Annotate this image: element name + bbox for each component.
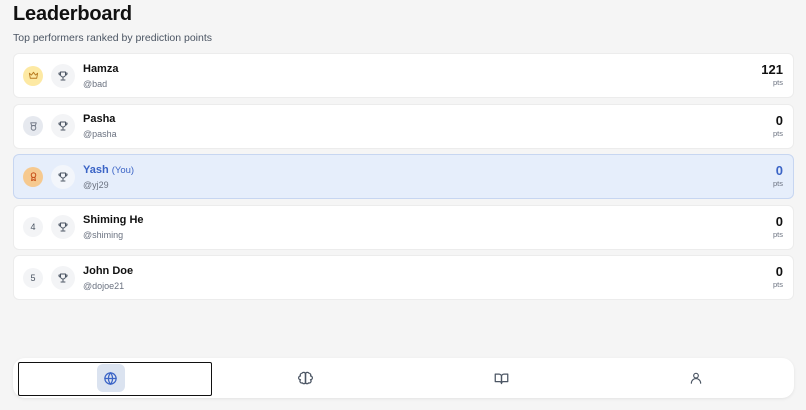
points-unit: pts [772, 280, 783, 289]
trophy-badge [51, 114, 75, 138]
user-handle: @shiming [83, 230, 124, 240]
trophy-icon [58, 273, 68, 282]
trophy-icon [58, 121, 68, 131]
points-value: 0 [775, 163, 783, 178]
brain-icon [298, 371, 314, 384]
user-name: Yash (You) [83, 164, 134, 177]
crown-icon [28, 71, 38, 79]
trophy-icon [58, 71, 68, 80]
points-unit: pts [772, 179, 783, 188]
trophy-badge [51, 164, 75, 189]
score: 121 pts [761, 62, 783, 88]
user-handle: @dojoe21 [83, 280, 125, 291]
points-unit: pts [772, 229, 783, 239]
user-name: Shiming He [83, 214, 144, 227]
leaderboard-list: Hamza @bad 121 pts Pasha @pasha 0 pts Ya… [13, 53, 794, 306]
user-info: John Doe @dojoe21 [83, 265, 133, 291]
nav-icon-wrap [487, 364, 515, 392]
leaderboard-row[interactable]: Pasha @pasha 0 pts [13, 103, 794, 149]
nav-icon-wrap [292, 364, 320, 392]
leaderboard-row[interactable]: 4 Shiming He @shiming 0 pts [13, 204, 794, 250]
trophy-badge [51, 265, 75, 290]
user-info: Hamza @bad [83, 63, 118, 89]
globe-icon [104, 371, 117, 385]
points-unit: pts [772, 128, 783, 138]
user-name-text: Pasha [83, 113, 116, 125]
nav-predictions[interactable] [208, 358, 403, 398]
nav-profile[interactable] [599, 358, 794, 398]
user-handle: @bad [83, 78, 108, 89]
trophy-badge [51, 215, 75, 239]
leaderboard-row[interactable]: Hamza @bad 121 pts [13, 53, 794, 98]
page-subtitle: Top performers ranked by prediction poin… [13, 32, 213, 44]
bottom-nav [13, 358, 794, 398]
user-handle: @yj29 [83, 179, 109, 190]
points-value: 121 [761, 62, 783, 77]
user-name-text: Shiming He [83, 214, 144, 226]
user-name-text: Hamza [83, 62, 119, 75]
points-value: 0 [775, 264, 783, 279]
score: 0 pts [772, 112, 783, 138]
page-title: Leaderboard [13, 3, 132, 25]
user-name-text: John Doe [83, 264, 134, 277]
user-icon [691, 372, 702, 384]
rank-badge: 4 [23, 217, 43, 237]
nav-learn[interactable] [404, 358, 599, 398]
book-icon [494, 373, 508, 384]
you-label: (You) [111, 164, 135, 176]
score: 0 pts [772, 163, 783, 189]
user-name: Hamza [83, 63, 118, 76]
points-value: 0 [775, 112, 783, 128]
nav-icon-wrap [96, 364, 125, 392]
user-name: Pasha [83, 113, 117, 126]
points-value: 0 [775, 213, 783, 229]
points-unit: pts [772, 78, 783, 87]
trophy-icon [58, 222, 68, 232]
user-info: Shiming He @shiming [83, 214, 144, 240]
user-info: Pasha @pasha [83, 113, 117, 139]
user-handle: @pasha [83, 129, 117, 139]
rank-badge [23, 166, 43, 187]
award-icon [30, 172, 36, 182]
score: 0 pts [772, 264, 783, 290]
user-name: John Doe [83, 265, 133, 278]
leaderboard-row-current-user[interactable]: Yash (You) @yj29 0 pts [13, 154, 794, 199]
rank-badge [23, 116, 43, 136]
rank-badge [23, 65, 43, 86]
page-header: Leaderboard Top performers ranked by pre… [13, 3, 212, 44]
score: 0 pts [772, 213, 783, 239]
medal-icon [29, 121, 37, 131]
nav-leaderboard[interactable] [13, 358, 213, 398]
leaderboard-row[interactable]: 5 John Doe @dojoe21 0 pts [13, 255, 794, 300]
user-info: Yash (You) @yj29 [83, 164, 134, 190]
trophy-badge [51, 63, 75, 88]
rank-badge: 5 [23, 267, 43, 288]
nav-icon-wrap [682, 364, 710, 392]
trophy-icon [58, 172, 68, 181]
user-name-text: Yash [83, 163, 109, 176]
